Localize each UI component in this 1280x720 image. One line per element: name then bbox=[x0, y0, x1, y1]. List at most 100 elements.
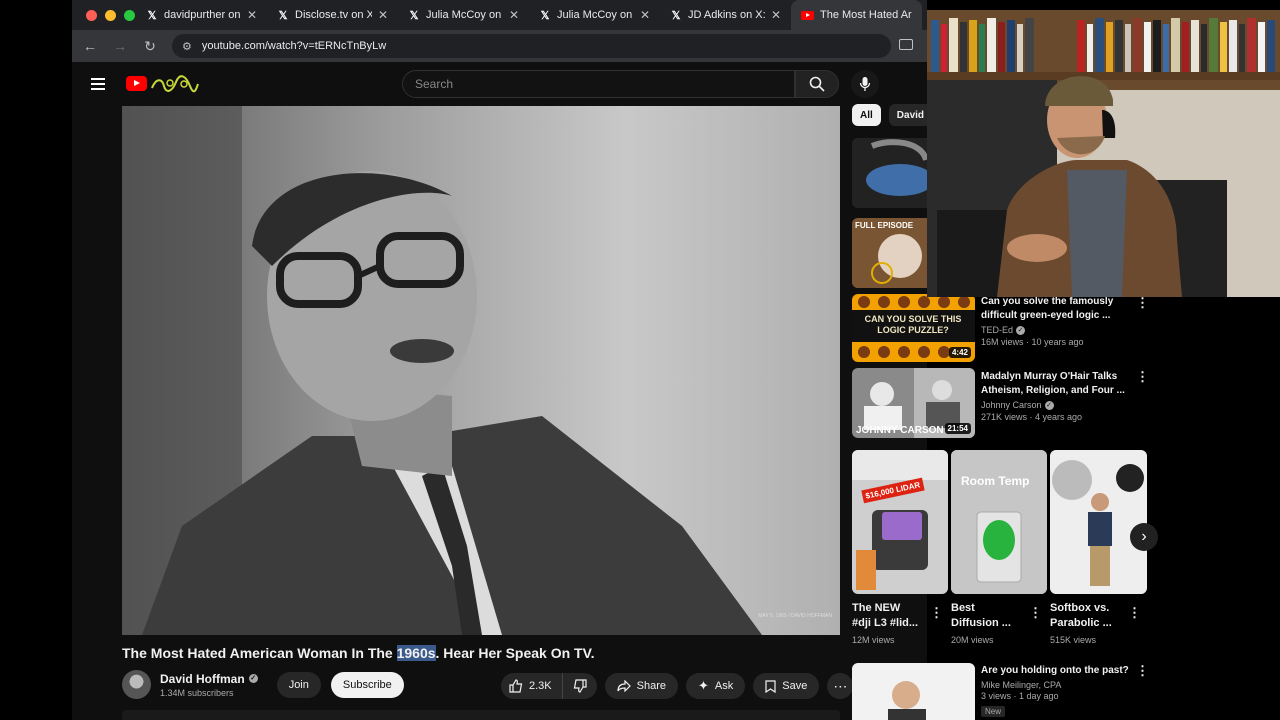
short-thumbnail[interactable] bbox=[1050, 450, 1147, 594]
more-options-icon[interactable]: ⋮ bbox=[1136, 296, 1149, 310]
tab-title: davidpurther on X bbox=[164, 9, 241, 21]
dislike-button[interactable] bbox=[563, 673, 597, 699]
description-box[interactable] bbox=[122, 710, 840, 720]
voice-search-button[interactable] bbox=[851, 70, 879, 98]
search-button[interactable] bbox=[795, 70, 839, 98]
save-label: Save bbox=[782, 680, 808, 692]
close-tab-icon[interactable]: ✕ bbox=[378, 8, 388, 22]
back-arrow-icon[interactable]: ← bbox=[82, 38, 98, 54]
sidebar-video-info[interactable]: Can you solve the famously difficult gre… bbox=[981, 295, 1131, 347]
search-input[interactable]: Search bbox=[402, 70, 795, 98]
tab-title: JD Adkins on X: "@ bbox=[688, 9, 765, 21]
browser-tab[interactable]: 𝕏 Julia McCoy on X: " ✕ bbox=[398, 0, 529, 30]
thumbnail-text: CAN YOU SOLVE THIS LOGIC PUZZLE? bbox=[864, 314, 962, 335]
short-thumbnail[interactable]: $16,000 LIDAR bbox=[852, 450, 948, 594]
video-player[interactable]: MAY 6, 1965 / DAVID HOFFMAN bbox=[122, 106, 840, 635]
sidebar-thumbnail[interactable] bbox=[852, 138, 927, 208]
sidebar-video-title: Can you solve the famously bbox=[981, 296, 1114, 307]
short-info[interactable]: The NEW #dji L3 #lid... 12M views bbox=[852, 601, 932, 645]
sidebar-video-title: Are you holding onto the past? bbox=[981, 665, 1129, 676]
window-controls bbox=[72, 9, 136, 21]
tab-title: The Most Hated Ar bbox=[820, 9, 912, 21]
more-options-icon[interactable]: ⋮ bbox=[1128, 606, 1141, 620]
thumbs-down-icon bbox=[573, 679, 587, 693]
thumbnail-image bbox=[852, 450, 948, 594]
close-tab-icon[interactable]: ✕ bbox=[509, 8, 519, 22]
tab-title: Julia McCoy on X: " bbox=[557, 9, 634, 21]
channel-name[interactable]: David Hoffman bbox=[160, 672, 245, 686]
x-icon: 𝕏 bbox=[540, 9, 550, 22]
short-title: Best bbox=[951, 602, 975, 614]
doodle-logo[interactable] bbox=[150, 74, 200, 94]
short-info[interactable]: Softbox vs. Parabolic ... 515K views bbox=[1050, 601, 1130, 645]
short-title: Softbox vs. bbox=[1050, 602, 1110, 614]
new-badge: New bbox=[981, 706, 1006, 717]
channel-avatar[interactable] bbox=[122, 670, 151, 699]
save-button[interactable]: Save bbox=[753, 673, 820, 699]
sidebar-thumbnail[interactable]: FULL EPISODE bbox=[852, 218, 927, 288]
site-info-icon[interactable]: ⚙ bbox=[182, 40, 192, 53]
sidebar-video-title: difficult green-eyed logic ... bbox=[981, 310, 1111, 321]
video-title: The Most Hated American Woman In The 196… bbox=[122, 645, 595, 661]
short-title: The NEW bbox=[852, 602, 901, 614]
short-views: 515K views bbox=[1050, 635, 1097, 645]
short-views: 12M views bbox=[852, 635, 895, 645]
sidebar-thumbnail[interactable]: CAN YOU SOLVE THIS LOGIC PUZZLE? 4:42 bbox=[852, 294, 975, 362]
close-tab-icon[interactable]: ✕ bbox=[640, 8, 650, 22]
browser-tab[interactable]: 𝕏 Disclose.tv on X: "U ✕ bbox=[267, 0, 398, 30]
browser-tab-active[interactable]: The Most Hated Ar bbox=[791, 0, 922, 30]
browser-tab[interactable]: 𝕏 davidpurther on X ✕ bbox=[136, 0, 267, 30]
more-options-icon[interactable]: ⋮ bbox=[1136, 370, 1149, 384]
browser-tab[interactable]: 𝕏 JD Adkins on X: "@ ✕ bbox=[660, 0, 791, 30]
tab-title: Julia McCoy on X: " bbox=[426, 9, 503, 21]
sidebar-channel-name: Johnny Carson bbox=[981, 400, 1042, 410]
close-tab-icon[interactable]: ✕ bbox=[247, 8, 257, 22]
sidebar-thumbnail[interactable] bbox=[852, 663, 975, 720]
share-button[interactable]: Share bbox=[604, 673, 678, 699]
sidebar-thumbnail[interactable]: JOHNNY CARSON 21:54 bbox=[852, 368, 975, 438]
join-button[interactable]: Join bbox=[276, 671, 321, 698]
more-actions-icon[interactable]: ⋯ bbox=[827, 673, 854, 699]
search-placeholder: Search bbox=[415, 77, 454, 91]
thumbnail-image bbox=[951, 450, 1047, 594]
more-options-icon[interactable]: ⋮ bbox=[1029, 606, 1042, 620]
sidebar-video-info[interactable]: Madalyn Murray O'Hair Talks Atheism, Rel… bbox=[981, 370, 1131, 422]
like-button[interactable]: 2.3K bbox=[501, 673, 563, 699]
forward-arrow-icon[interactable]: → bbox=[112, 38, 128, 54]
zoom-window-button[interactable] bbox=[124, 9, 135, 21]
x-icon: 𝕏 bbox=[409, 9, 419, 22]
thumbnail-text: JOHNNY CARSON bbox=[856, 425, 944, 436]
browser-tab[interactable]: 𝕏 Julia McCoy on X: " ✕ bbox=[529, 0, 660, 30]
url-field[interactable]: ⚙ youtube.com/watch?v=tERNcTnByLw bbox=[172, 34, 891, 58]
minimize-window-button[interactable] bbox=[105, 9, 116, 21]
close-window-button[interactable] bbox=[86, 9, 97, 21]
search-icon bbox=[809, 76, 825, 92]
short-title: Diffusion ... bbox=[951, 617, 1011, 629]
like-count: 2.3K bbox=[529, 680, 552, 692]
video-frame bbox=[122, 106, 840, 635]
short-info[interactable]: Best Diffusion ... 20M views bbox=[951, 601, 1031, 645]
cast-icon[interactable] bbox=[899, 39, 913, 50]
short-thumbnail[interactable]: Room Temp bbox=[951, 450, 1047, 594]
sidebar-video-title: Atheism, Religion, and Four ... bbox=[981, 385, 1125, 396]
share-icon bbox=[617, 680, 631, 692]
more-options-icon[interactable]: ⋮ bbox=[1136, 664, 1149, 678]
youtube-logo[interactable] bbox=[126, 76, 147, 91]
ask-button[interactable]: ✦ Ask bbox=[686, 673, 746, 699]
more-options-icon[interactable]: ⋮ bbox=[930, 606, 943, 620]
close-tab-icon[interactable]: ✕ bbox=[771, 8, 781, 22]
ask-label: Ask bbox=[714, 680, 734, 692]
menu-icon[interactable] bbox=[91, 78, 105, 90]
sidebar-video-info[interactable]: Are you holding onto the past? Mike Meil… bbox=[981, 664, 1131, 719]
webcam-overlay bbox=[927, 10, 1280, 297]
chip-channel[interactable]: David H bbox=[888, 104, 927, 126]
reload-icon[interactable]: ↻ bbox=[142, 38, 158, 55]
chip-all[interactable]: All bbox=[852, 104, 881, 126]
short-views: 20M views bbox=[951, 635, 994, 645]
next-arrow-icon[interactable]: › bbox=[1130, 523, 1158, 551]
thumbnail-text: Room Temp bbox=[961, 474, 1030, 488]
sidebar-video-meta: 271K views · 4 years ago bbox=[981, 412, 1083, 422]
like-dislike-group: 2.3K bbox=[501, 673, 597, 699]
webcam-feed bbox=[927, 10, 1280, 297]
subscribe-button[interactable]: Subscribe bbox=[330, 671, 404, 698]
